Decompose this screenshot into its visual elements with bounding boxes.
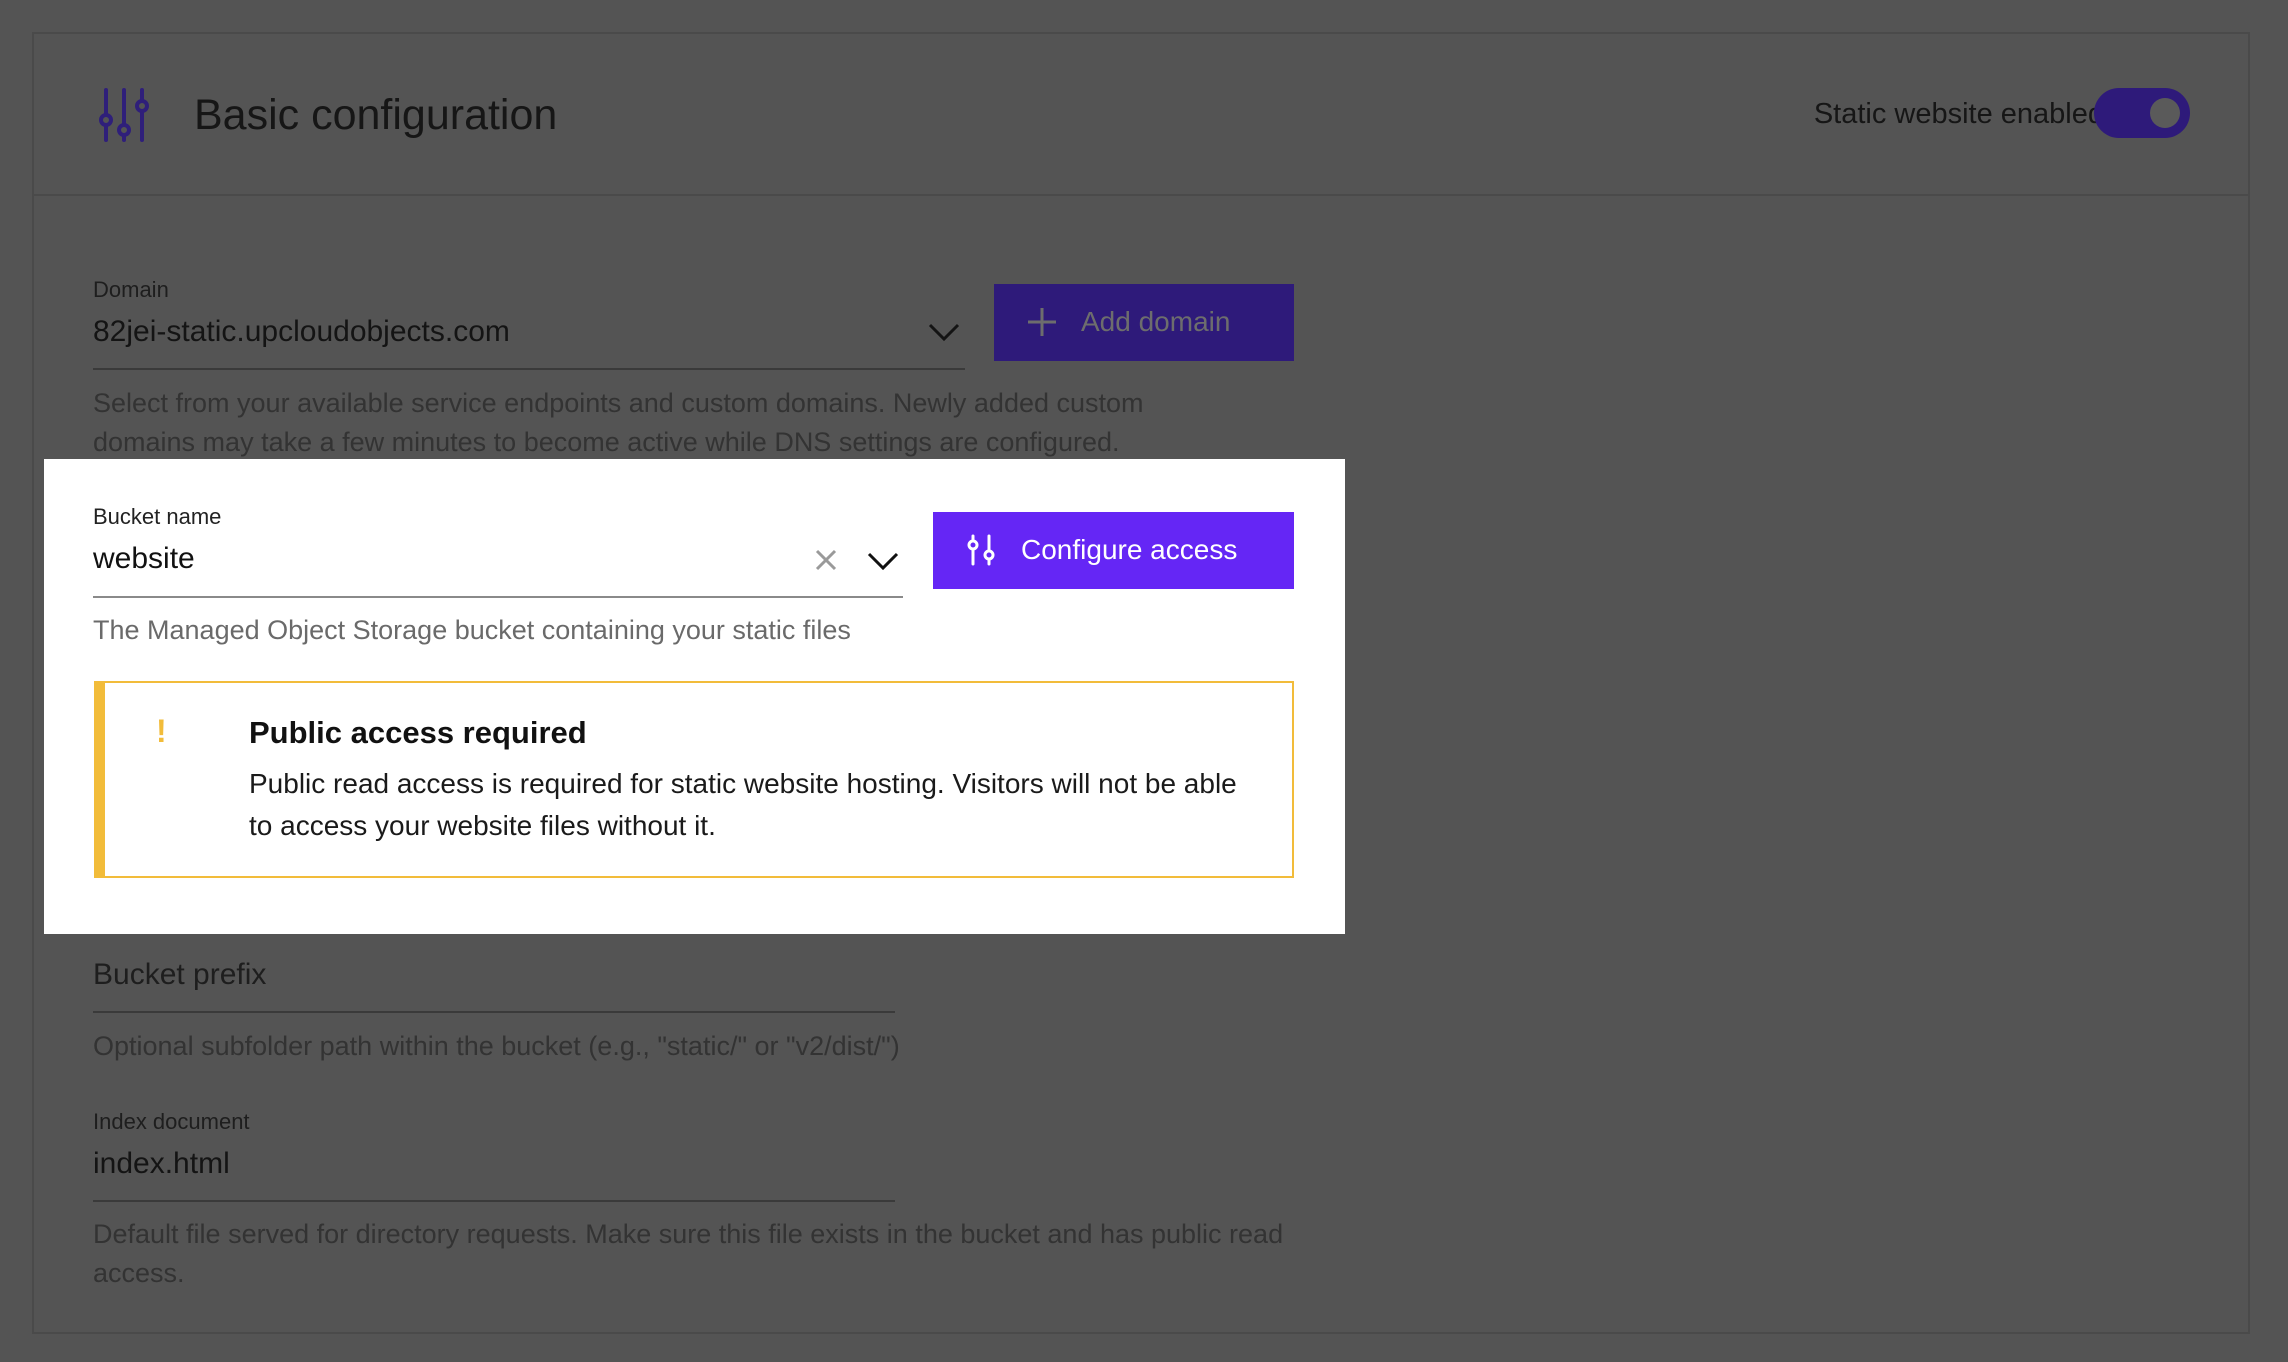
bucket-name-select-value[interactable]: website (93, 539, 195, 579)
domain-label: Domain (93, 277, 169, 302)
page-title: Basic configuration (194, 91, 558, 139)
add-domain-label: Add domain (1081, 306, 1231, 337)
domain-select-value[interactable]: 82jei-static.upcloudobjects.com (93, 312, 510, 352)
bucket-prefix-input[interactable]: Bucket prefix (93, 955, 266, 995)
clear-icon[interactable] (815, 549, 837, 571)
chevron-down-icon[interactable] (867, 551, 899, 571)
bucket-underline (93, 596, 903, 598)
index-document-helper-text: Default file served for directory reques… (93, 1219, 1284, 1288)
domain-underline (93, 368, 965, 370)
warning-accent-bar (96, 683, 105, 876)
public-access-warning: ! Public access required Public read acc… (94, 681, 1294, 878)
bucket-prefix-helper-text: Optional subfolder path within the bucke… (93, 1031, 900, 1061)
warning-body: Public read access is required for stati… (249, 768, 1237, 841)
bucket-focus-panel: Bucket name website The Managed Object S… (44, 459, 1345, 934)
warning-title: Public access required (249, 715, 587, 750)
bucket-prefix-underline (93, 1011, 895, 1013)
warning-icon: ! (156, 713, 167, 749)
bucket-name-label: Bucket name (93, 504, 222, 529)
index-document-input[interactable]: index.html (93, 1144, 230, 1184)
static-website-toggle[interactable] (2094, 88, 2190, 138)
sliders-icon (99, 88, 149, 142)
plus-icon (1028, 308, 1056, 336)
add-domain-button[interactable]: Add domain (994, 284, 1294, 361)
toggle-knob (2150, 98, 2180, 128)
index-document-underline (93, 1200, 895, 1202)
index-document-label: Index document (93, 1109, 250, 1134)
configure-access-label: Configure access (1021, 534, 1238, 565)
bucket-helper-text: The Managed Object Storage bucket contai… (93, 615, 851, 645)
domain-helper-text: Select from your available service endpo… (93, 388, 1144, 457)
chevron-down-icon[interactable] (928, 322, 960, 342)
static-website-toggle-label: Static website enabled (1813, 98, 2104, 130)
card-header: Basic configuration Static website enabl… (34, 34, 2248, 196)
configure-access-button[interactable]: Configure access (933, 512, 1294, 589)
sliders-icon (967, 534, 995, 566)
